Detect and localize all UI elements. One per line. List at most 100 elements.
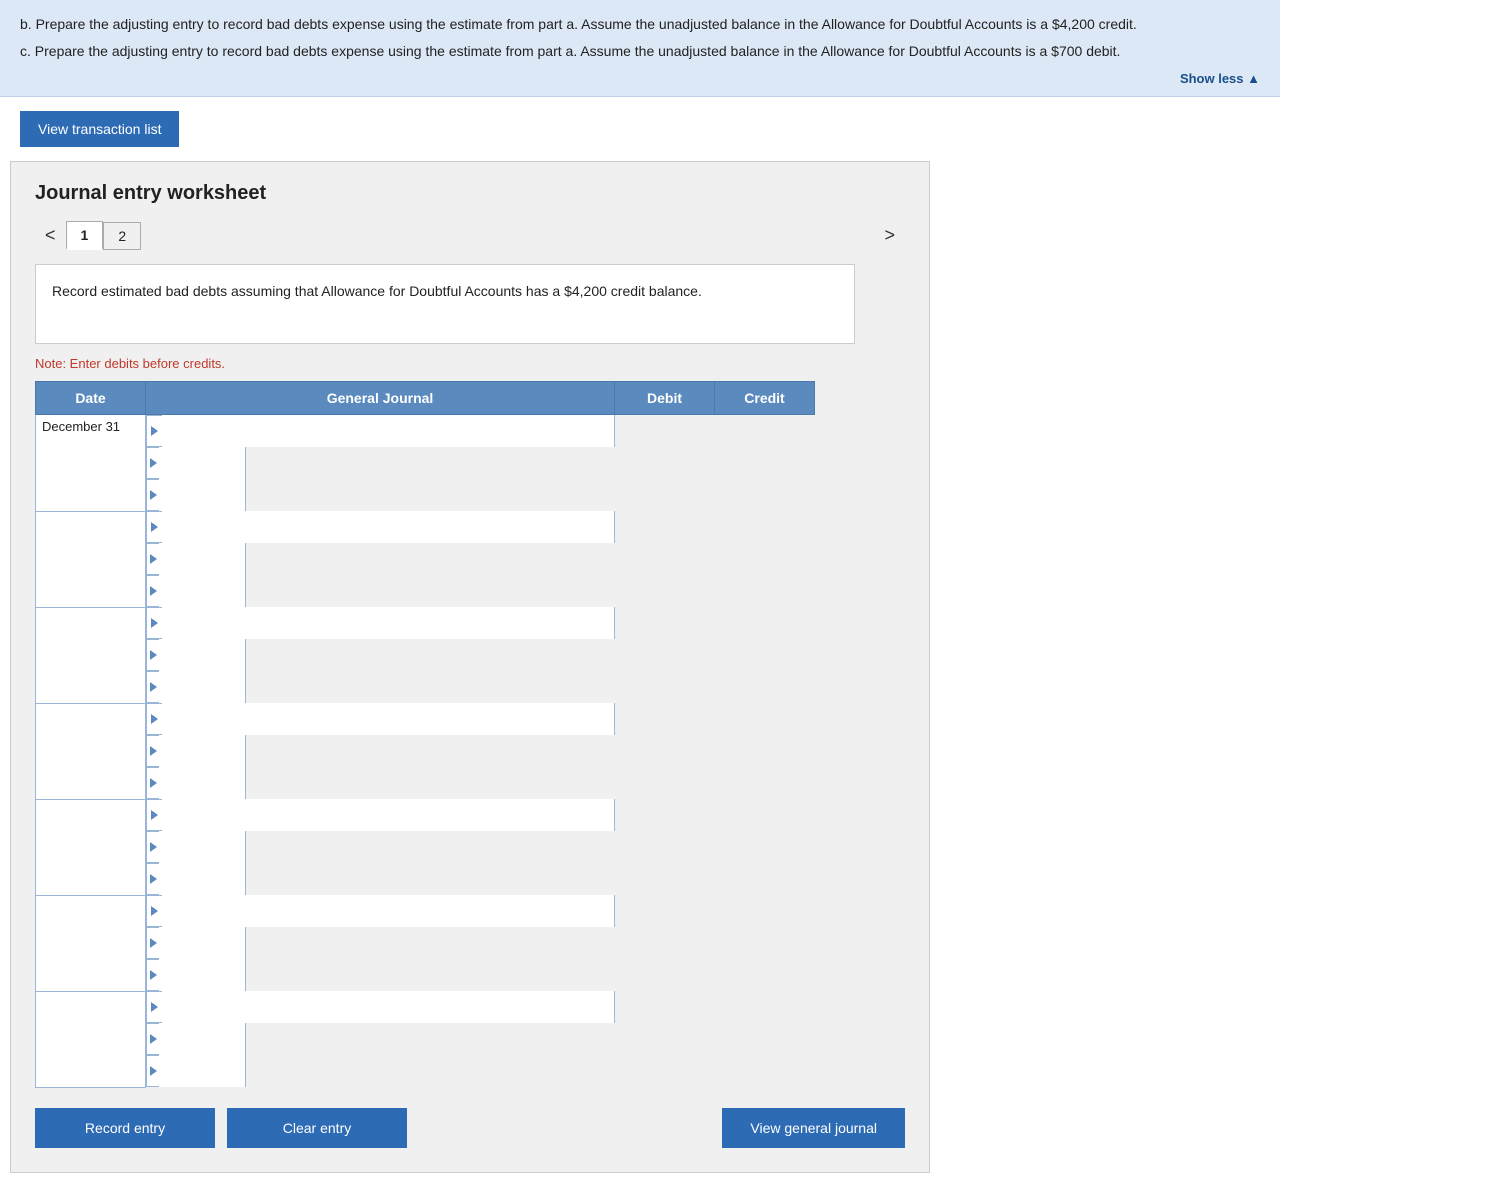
journal-cell-1[interactable]: [146, 511, 615, 543]
journal-cell-3[interactable]: [146, 703, 615, 735]
instruction-box: Record estimated bad debts assuming that…: [35, 264, 855, 344]
row-arrow-icon-6: [151, 999, 158, 1015]
journal-input-5[interactable]: [162, 895, 614, 927]
credit-arrow-icon-5: [150, 967, 157, 983]
credit-input-6[interactable]: [159, 1055, 245, 1087]
row-arrow-icon-4: [151, 807, 158, 823]
journal-input-4[interactable]: [162, 799, 614, 831]
journal-input-6[interactable]: [162, 991, 614, 1023]
credit-cell-4[interactable]: [146, 863, 246, 895]
tab-2[interactable]: 2: [103, 222, 141, 250]
debit-input-2[interactable]: [159, 639, 245, 671]
journal-table: Date General Journal Debit Credit Decemb…: [35, 381, 815, 1088]
debit-cell-2[interactable]: [146, 639, 246, 671]
debit-cell-4[interactable]: [146, 831, 246, 863]
debit-arrow-icon-4: [150, 839, 157, 855]
row-arrow-icon-1: [151, 519, 158, 535]
table-row: [36, 895, 815, 991]
credit-input-4[interactable]: [159, 863, 245, 895]
date-cell-1[interactable]: [36, 511, 146, 607]
journal-cell-4[interactable]: [146, 799, 615, 831]
journal-input-1[interactable]: [162, 511, 614, 543]
view-transaction-button[interactable]: View transaction list: [20, 111, 179, 147]
credit-input-1[interactable]: [159, 575, 245, 607]
credit-arrow-icon-0: [150, 487, 157, 503]
table-row: [36, 703, 815, 799]
note-text: Note: Enter debits before credits.: [35, 356, 905, 371]
date-input-2[interactable]: [36, 608, 145, 703]
table-row: [36, 991, 815, 1087]
tab-navigation: < 1 2 >: [35, 221, 905, 250]
view-general-journal-button[interactable]: View general journal: [722, 1108, 905, 1148]
credit-cell-6[interactable]: [146, 1055, 246, 1087]
debit-input-0[interactable]: [159, 447, 245, 479]
debit-arrow-icon-2: [150, 647, 157, 663]
worksheet-title: Journal entry worksheet: [35, 182, 905, 205]
row-arrow-icon-2: [151, 615, 158, 631]
date-cell-3[interactable]: [36, 703, 146, 799]
tab-1[interactable]: 1: [66, 221, 104, 250]
debit-input-4[interactable]: [159, 831, 245, 863]
table-row: [36, 799, 815, 895]
debit-arrow-icon-5: [150, 935, 157, 951]
part-b-text: b. Prepare the adjusting entry to record…: [20, 14, 1260, 35]
debit-cell-5[interactable]: [146, 927, 246, 959]
journal-cell-2[interactable]: [146, 607, 615, 639]
date-input-1[interactable]: [36, 512, 145, 607]
debit-input-3[interactable]: [159, 735, 245, 767]
credit-input-0[interactable]: [159, 479, 245, 511]
debit-cell-3[interactable]: [146, 735, 246, 767]
credit-cell-2[interactable]: [146, 671, 246, 703]
debit-input-5[interactable]: [159, 927, 245, 959]
journal-input-0[interactable]: [162, 415, 614, 447]
debit-input-6[interactable]: [159, 1023, 245, 1055]
next-tab-button[interactable]: >: [874, 221, 905, 250]
debit-cell-6[interactable]: [146, 1023, 246, 1055]
col-header-date: Date: [36, 382, 146, 415]
journal-cell-0[interactable]: [146, 415, 615, 447]
journal-input-3[interactable]: [162, 703, 614, 735]
debit-cell-1[interactable]: [146, 543, 246, 575]
prev-tab-button[interactable]: <: [35, 221, 66, 250]
show-less-link[interactable]: Show less ▲: [1180, 71, 1260, 86]
clear-entry-button[interactable]: Clear entry: [227, 1108, 407, 1148]
credit-cell-0[interactable]: [146, 479, 246, 511]
table-row: December 31: [36, 415, 815, 512]
credit-cell-3[interactable]: [146, 767, 246, 799]
credit-cell-5[interactable]: [146, 959, 246, 991]
debit-input-1[interactable]: [159, 543, 245, 575]
journal-cell-5[interactable]: [146, 895, 615, 927]
row-arrow-icon-0: [151, 423, 158, 439]
date-cell-6[interactable]: [36, 991, 146, 1087]
date-cell-5[interactable]: [36, 895, 146, 991]
journal-cell-6[interactable]: [146, 991, 615, 1023]
top-info-box: b. Prepare the adjusting entry to record…: [0, 0, 1280, 97]
date-value-0: December 31: [36, 415, 145, 511]
record-entry-button[interactable]: Record entry: [35, 1108, 215, 1148]
credit-input-5[interactable]: [159, 959, 245, 991]
date-cell-4[interactable]: [36, 799, 146, 895]
debit-cell-0[interactable]: [146, 447, 246, 479]
date-cell-0[interactable]: December 31: [36, 415, 146, 512]
row-arrow-icon-5: [151, 903, 158, 919]
date-input-3[interactable]: [36, 704, 145, 799]
credit-arrow-icon-1: [150, 583, 157, 599]
date-input-6[interactable]: [36, 992, 145, 1087]
journal-input-2[interactable]: [162, 607, 614, 639]
credit-input-3[interactable]: [159, 767, 245, 799]
date-cell-2[interactable]: [36, 607, 146, 703]
date-input-4[interactable]: [36, 800, 145, 895]
credit-input-2[interactable]: [159, 671, 245, 703]
credit-arrow-icon-6: [150, 1063, 157, 1079]
instruction-text: Record estimated bad debts assuming that…: [52, 283, 702, 299]
credit-arrow-icon-2: [150, 679, 157, 695]
bottom-buttons: Record entry Clear entry View general jo…: [35, 1108, 905, 1148]
part-c-text: c. Prepare the adjusting entry to record…: [20, 41, 1260, 62]
debit-arrow-icon-3: [150, 743, 157, 759]
debit-arrow-icon-0: [150, 455, 157, 471]
date-input-5[interactable]: [36, 896, 145, 991]
credit-arrow-icon-3: [150, 775, 157, 791]
credit-cell-1[interactable]: [146, 575, 246, 607]
table-row: [36, 511, 815, 607]
col-header-credit: Credit: [715, 382, 815, 415]
